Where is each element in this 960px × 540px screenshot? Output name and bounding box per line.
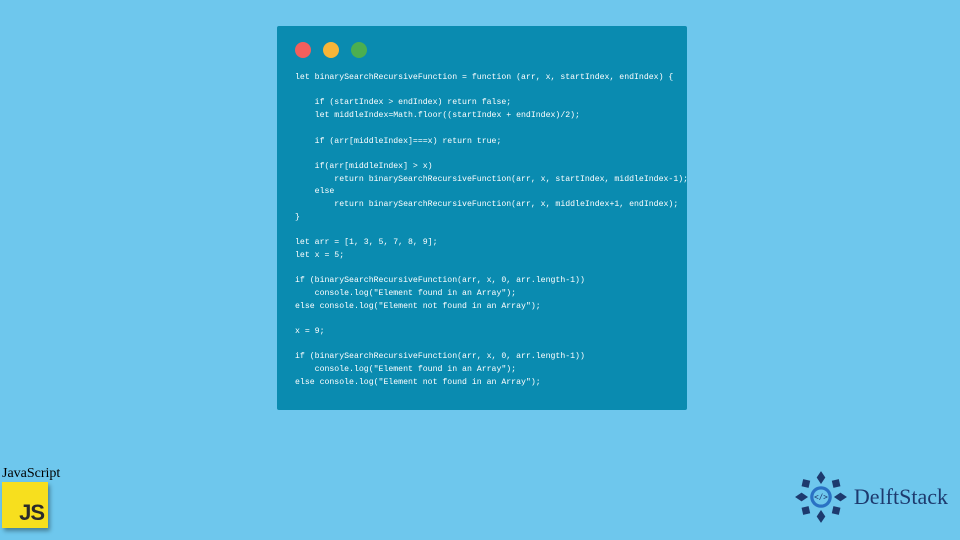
brand-name: DelftStack (854, 484, 948, 510)
maximize-icon (351, 42, 367, 58)
svg-text:</>: </> (814, 493, 828, 502)
window-traffic-lights (295, 36, 669, 72)
javascript-badge: JavaScript JS (2, 466, 60, 528)
javascript-logo-icon: JS (2, 482, 48, 528)
code-window: let binarySearchRecursiveFunction = func… (277, 26, 687, 410)
close-icon (295, 42, 311, 58)
javascript-label: JavaScript (2, 466, 60, 482)
brand-emblem-icon: </> (794, 470, 848, 524)
minimize-icon (323, 42, 339, 58)
code-block: let binarySearchRecursiveFunction = func… (295, 72, 669, 390)
javascript-logo-text: JS (19, 500, 44, 526)
brand-logo: </> DelftStack (794, 470, 948, 524)
